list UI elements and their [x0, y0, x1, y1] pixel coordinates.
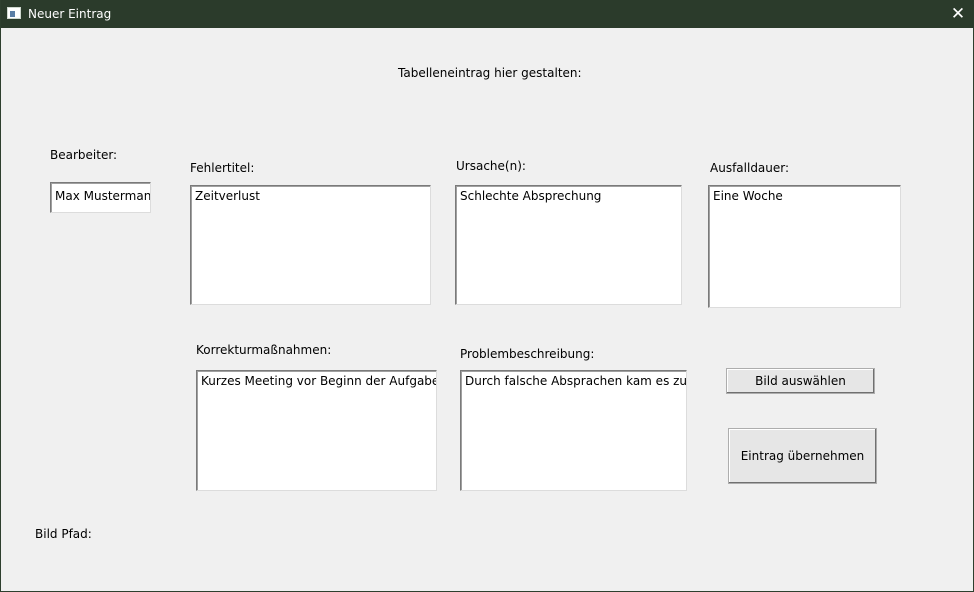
- fehlertitel-label: Fehlertitel:: [190, 161, 255, 175]
- window-title: Neuer Eintrag: [28, 7, 112, 21]
- problembeschreibung-label: Problembeschreibung:: [460, 347, 595, 361]
- choose-image-button[interactable]: Bild auswählen: [726, 368, 875, 394]
- bearbeiter-field[interactable]: Max Mustermann: [50, 182, 151, 213]
- korrekturmassnahmen-label: Korrekturmaßnahmen:: [196, 343, 332, 357]
- korrekturmassnahmen-field[interactable]: Kurzes Meeting vor Beginn der Aufgabe: [196, 370, 437, 491]
- bearbeiter-label: Bearbeiter:: [50, 148, 118, 162]
- ausfalldauer-label: Ausfalldauer:: [710, 161, 790, 175]
- ursache-field[interactable]: Schlechte Absprechung: [455, 185, 682, 305]
- fehlertitel-field[interactable]: Zeitverlust: [190, 185, 431, 305]
- ursache-label: Ursache(n):: [456, 159, 526, 173]
- window-app-icon: [7, 7, 21, 19]
- instruction-heading: Tabelleneintrag hier gestalten:: [398, 66, 582, 80]
- close-icon[interactable]: ✕: [941, 0, 974, 28]
- ausfalldauer-field[interactable]: Eine Woche: [708, 185, 901, 308]
- image-path-label: Bild Pfad:: [35, 527, 92, 541]
- title-bar[interactable]: Neuer Eintrag ✕: [1, 0, 974, 28]
- apply-entry-button[interactable]: Eintrag übernehmen: [728, 428, 877, 484]
- problembeschreibung-field[interactable]: Durch falsche Absprachen kam es zu Mi: [460, 370, 687, 491]
- new-entry-window: Neuer Eintrag ✕ Tabelleneintrag hier ges…: [0, 0, 974, 592]
